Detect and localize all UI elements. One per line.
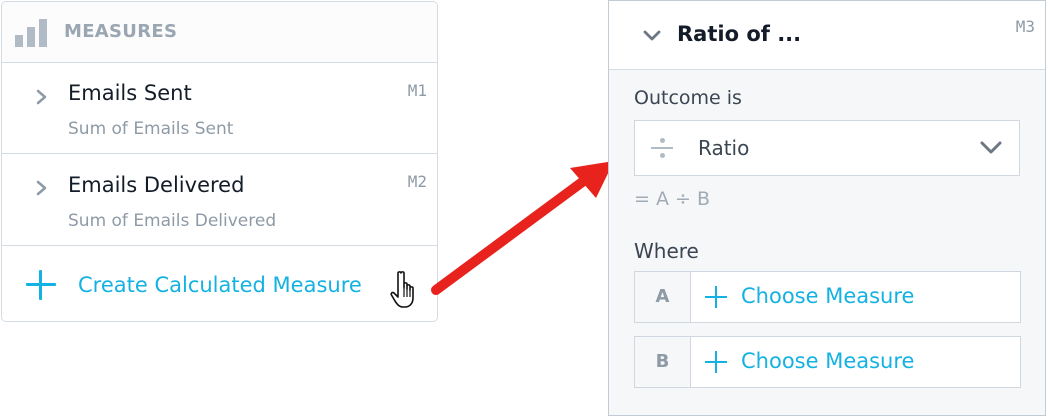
slot-letter: A [635, 272, 691, 322]
divide-icon [649, 135, 675, 161]
where-label: Where [634, 239, 699, 263]
plus-icon [705, 351, 727, 373]
outcome-select[interactable]: Ratio [634, 120, 1020, 176]
plus-icon [705, 286, 727, 308]
choose-measure-button[interactable]: Choose Measure [741, 349, 914, 373]
calculated-measure-header[interactable]: Ratio of ... M3 [609, 1, 1045, 70]
calculated-measure-title: Ratio of ... [677, 22, 802, 46]
chevron-down-icon [980, 141, 1002, 154]
outcome-label: Outcome is [634, 87, 742, 109]
formula-text: = A ÷ B [634, 188, 710, 210]
measure-slot-b[interactable]: B Choose Measure [634, 336, 1021, 388]
choose-measure-button[interactable]: Choose Measure [741, 284, 914, 308]
slot-letter: B [635, 337, 691, 387]
calculated-measure-panel: Ratio of ... M3 Outcome is Ratio = A ÷ B… [608, 0, 1046, 416]
outcome-select-value: Ratio [698, 136, 750, 160]
chevron-down-icon[interactable] [642, 29, 662, 43]
measure-slot-a[interactable]: A Choose Measure [634, 271, 1021, 323]
measure-id: M3 [1015, 17, 1035, 36]
